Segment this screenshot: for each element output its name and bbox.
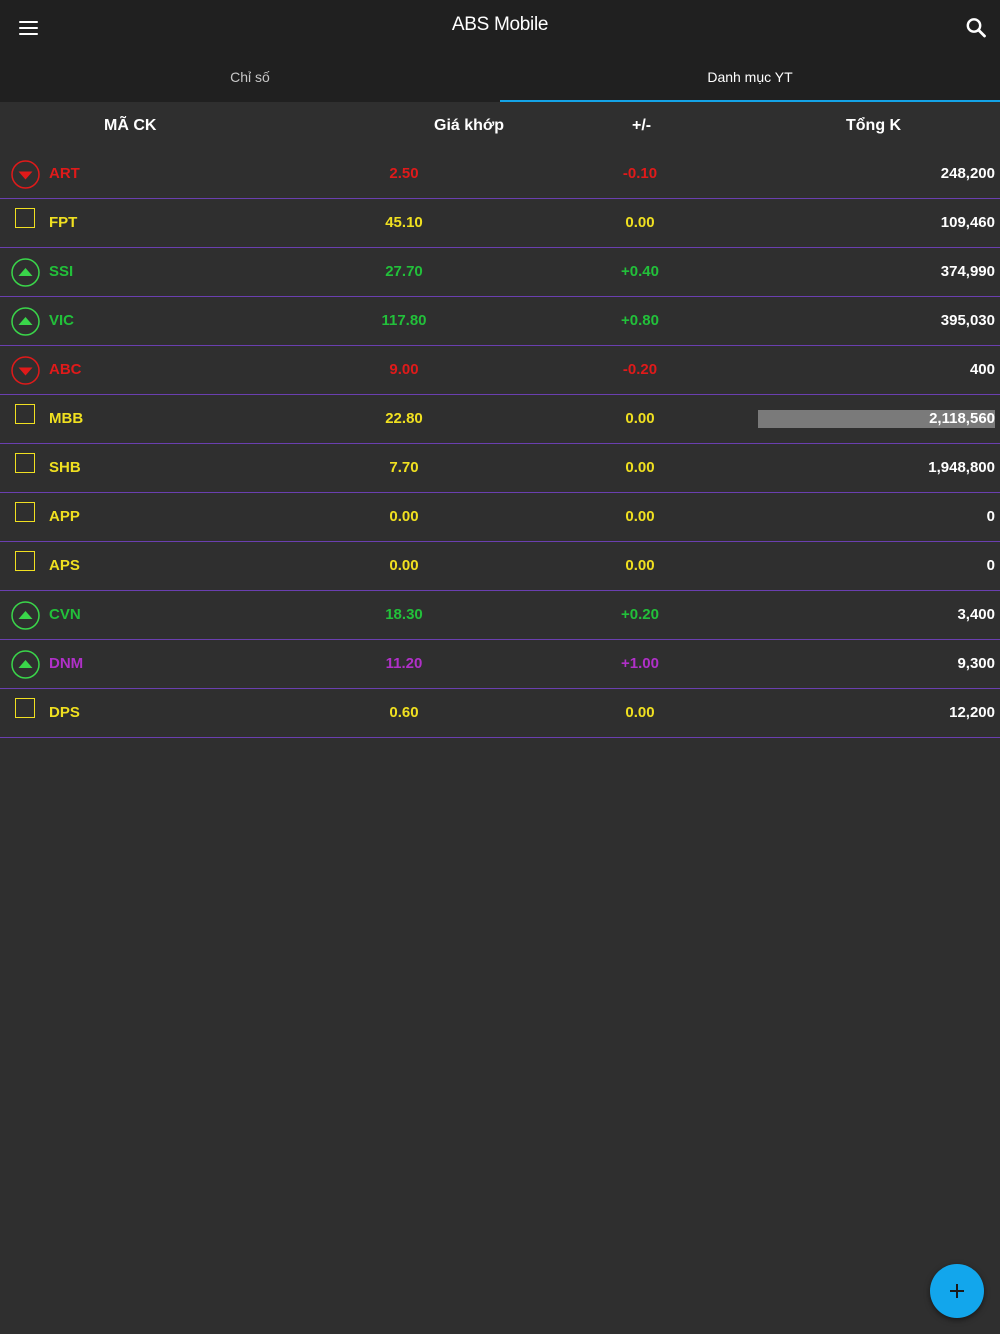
change-cell: 0.00	[625, 557, 655, 574]
table-row[interactable]: ART 2.50 -0.10 248,200	[0, 150, 1000, 199]
table-row[interactable]: CVN 18.30 +0.20 3,400	[0, 591, 1000, 640]
price-cell: 22.80	[385, 410, 423, 427]
square-icon	[15, 404, 35, 424]
symbol-cell: CVN	[49, 606, 81, 623]
price-cell: 45.10	[385, 214, 423, 231]
table-row[interactable]: VIC 117.80 +0.80 395,030	[0, 297, 1000, 346]
change-cell: +0.20	[621, 606, 659, 623]
symbol-cell: APS	[49, 557, 80, 574]
volume-cell: 0	[986, 508, 995, 525]
symbol-cell: MBB	[49, 410, 84, 427]
volume-cell: 12,200	[949, 704, 995, 721]
table-header: MÃ CK Giá khớp +/- Tổng K	[0, 102, 1000, 150]
price-cell: 0.00	[389, 557, 419, 574]
table-row[interactable]: MBB 22.80 0.00 2,118,560	[0, 395, 1000, 444]
table-row[interactable]: SSI 27.70 +0.40 374,990	[0, 248, 1000, 297]
arrow-up-icon	[11, 650, 40, 679]
arrow-up-icon	[11, 258, 40, 287]
change-cell: 0.00	[625, 214, 655, 231]
header-symbol[interactable]: MÃ CK	[104, 102, 156, 150]
price-cell: 27.70	[385, 263, 423, 280]
table-row[interactable]: APS 0.00 0.00 0	[0, 542, 1000, 591]
volume-cell: 3,400	[957, 606, 995, 623]
price-cell: 18.30	[385, 606, 423, 623]
header-price[interactable]: Giá khớp	[434, 102, 504, 150]
table-row[interactable]: DNM 11.20 +1.00 9,300	[0, 640, 1000, 689]
price-cell: 0.60	[389, 704, 419, 721]
change-cell: 0.00	[625, 410, 655, 427]
volume-cell: 9,300	[957, 655, 995, 672]
symbol-cell: FPT	[49, 214, 78, 231]
app-title: ABS Mobile	[451, 14, 549, 35]
square-icon	[15, 453, 35, 473]
table-row[interactable]: DPS 0.60 0.00 12,200	[0, 689, 1000, 738]
price-cell: 7.70	[389, 459, 419, 476]
change-cell: 0.00	[625, 508, 655, 525]
price-cell: 9.00	[389, 361, 419, 378]
price-cell: 0.00	[389, 508, 419, 525]
table-row[interactable]: APP 0.00 0.00 0	[0, 493, 1000, 542]
square-icon	[15, 551, 35, 571]
arrow-down-icon	[11, 160, 40, 189]
add-button[interactable]	[930, 1264, 984, 1318]
symbol-cell: ABC	[49, 361, 82, 378]
change-cell: +0.80	[621, 312, 659, 329]
symbol-cell: ART	[49, 165, 80, 182]
symbol-cell: SHB	[49, 459, 81, 476]
plus-icon	[950, 1284, 964, 1298]
change-cell: 0.00	[625, 459, 655, 476]
search-icon[interactable]	[960, 12, 992, 44]
change-cell: +1.00	[621, 655, 659, 672]
volume-cell: 109,460	[940, 214, 995, 231]
symbol-cell: SSI	[49, 263, 74, 280]
app-bar: ABS Mobile Chỉ số Danh mục YT	[0, 0, 1000, 102]
table-row[interactable]: FPT 45.10 0.00 109,460	[0, 199, 1000, 248]
volume-cell: 395,030	[940, 312, 995, 329]
volume-cell: 2,118,560	[758, 410, 995, 428]
symbol-cell: DNM	[49, 655, 84, 672]
square-icon	[15, 208, 35, 228]
change-cell: -0.20	[622, 361, 658, 378]
square-icon	[15, 698, 35, 718]
change-cell: -0.10	[622, 165, 658, 182]
arrow-up-icon	[11, 307, 40, 336]
change-cell: 0.00	[625, 704, 655, 721]
volume-cell: 1,948,800	[928, 459, 995, 476]
header-volume[interactable]: Tổng K	[846, 102, 901, 150]
symbol-cell: VIC	[49, 312, 75, 329]
volume-cell: 248,200	[940, 165, 995, 182]
symbol-cell: APP	[49, 508, 80, 525]
tab-chi-so[interactable]: Chỉ số	[0, 52, 500, 102]
arrow-up-icon	[11, 601, 40, 630]
table-row[interactable]: SHB 7.70 0.00 1,948,800	[0, 444, 1000, 493]
arrow-down-icon	[11, 356, 40, 385]
symbol-cell: DPS	[49, 704, 80, 721]
price-cell: 117.80	[381, 312, 427, 329]
tab-bar: Chỉ số Danh mục YT	[0, 52, 1000, 102]
change-cell: +0.40	[621, 263, 659, 280]
watchlist-table: ART 2.50 -0.10 248,200 FPT 45.10 0.00 109,460 SS…	[0, 150, 1000, 738]
volume-cell: 400	[969, 361, 995, 378]
price-cell: 2.50	[389, 165, 419, 182]
square-icon	[15, 502, 35, 522]
tab-danh-muc-yt[interactable]: Danh mục YT	[500, 52, 1000, 102]
volume-cell: 0	[986, 557, 995, 574]
volume-cell: 374,990	[940, 263, 995, 280]
price-cell: 11.20	[385, 655, 423, 672]
header-change[interactable]: +/-	[632, 102, 651, 150]
table-row[interactable]: ABC 9.00 -0.20 400	[0, 346, 1000, 395]
